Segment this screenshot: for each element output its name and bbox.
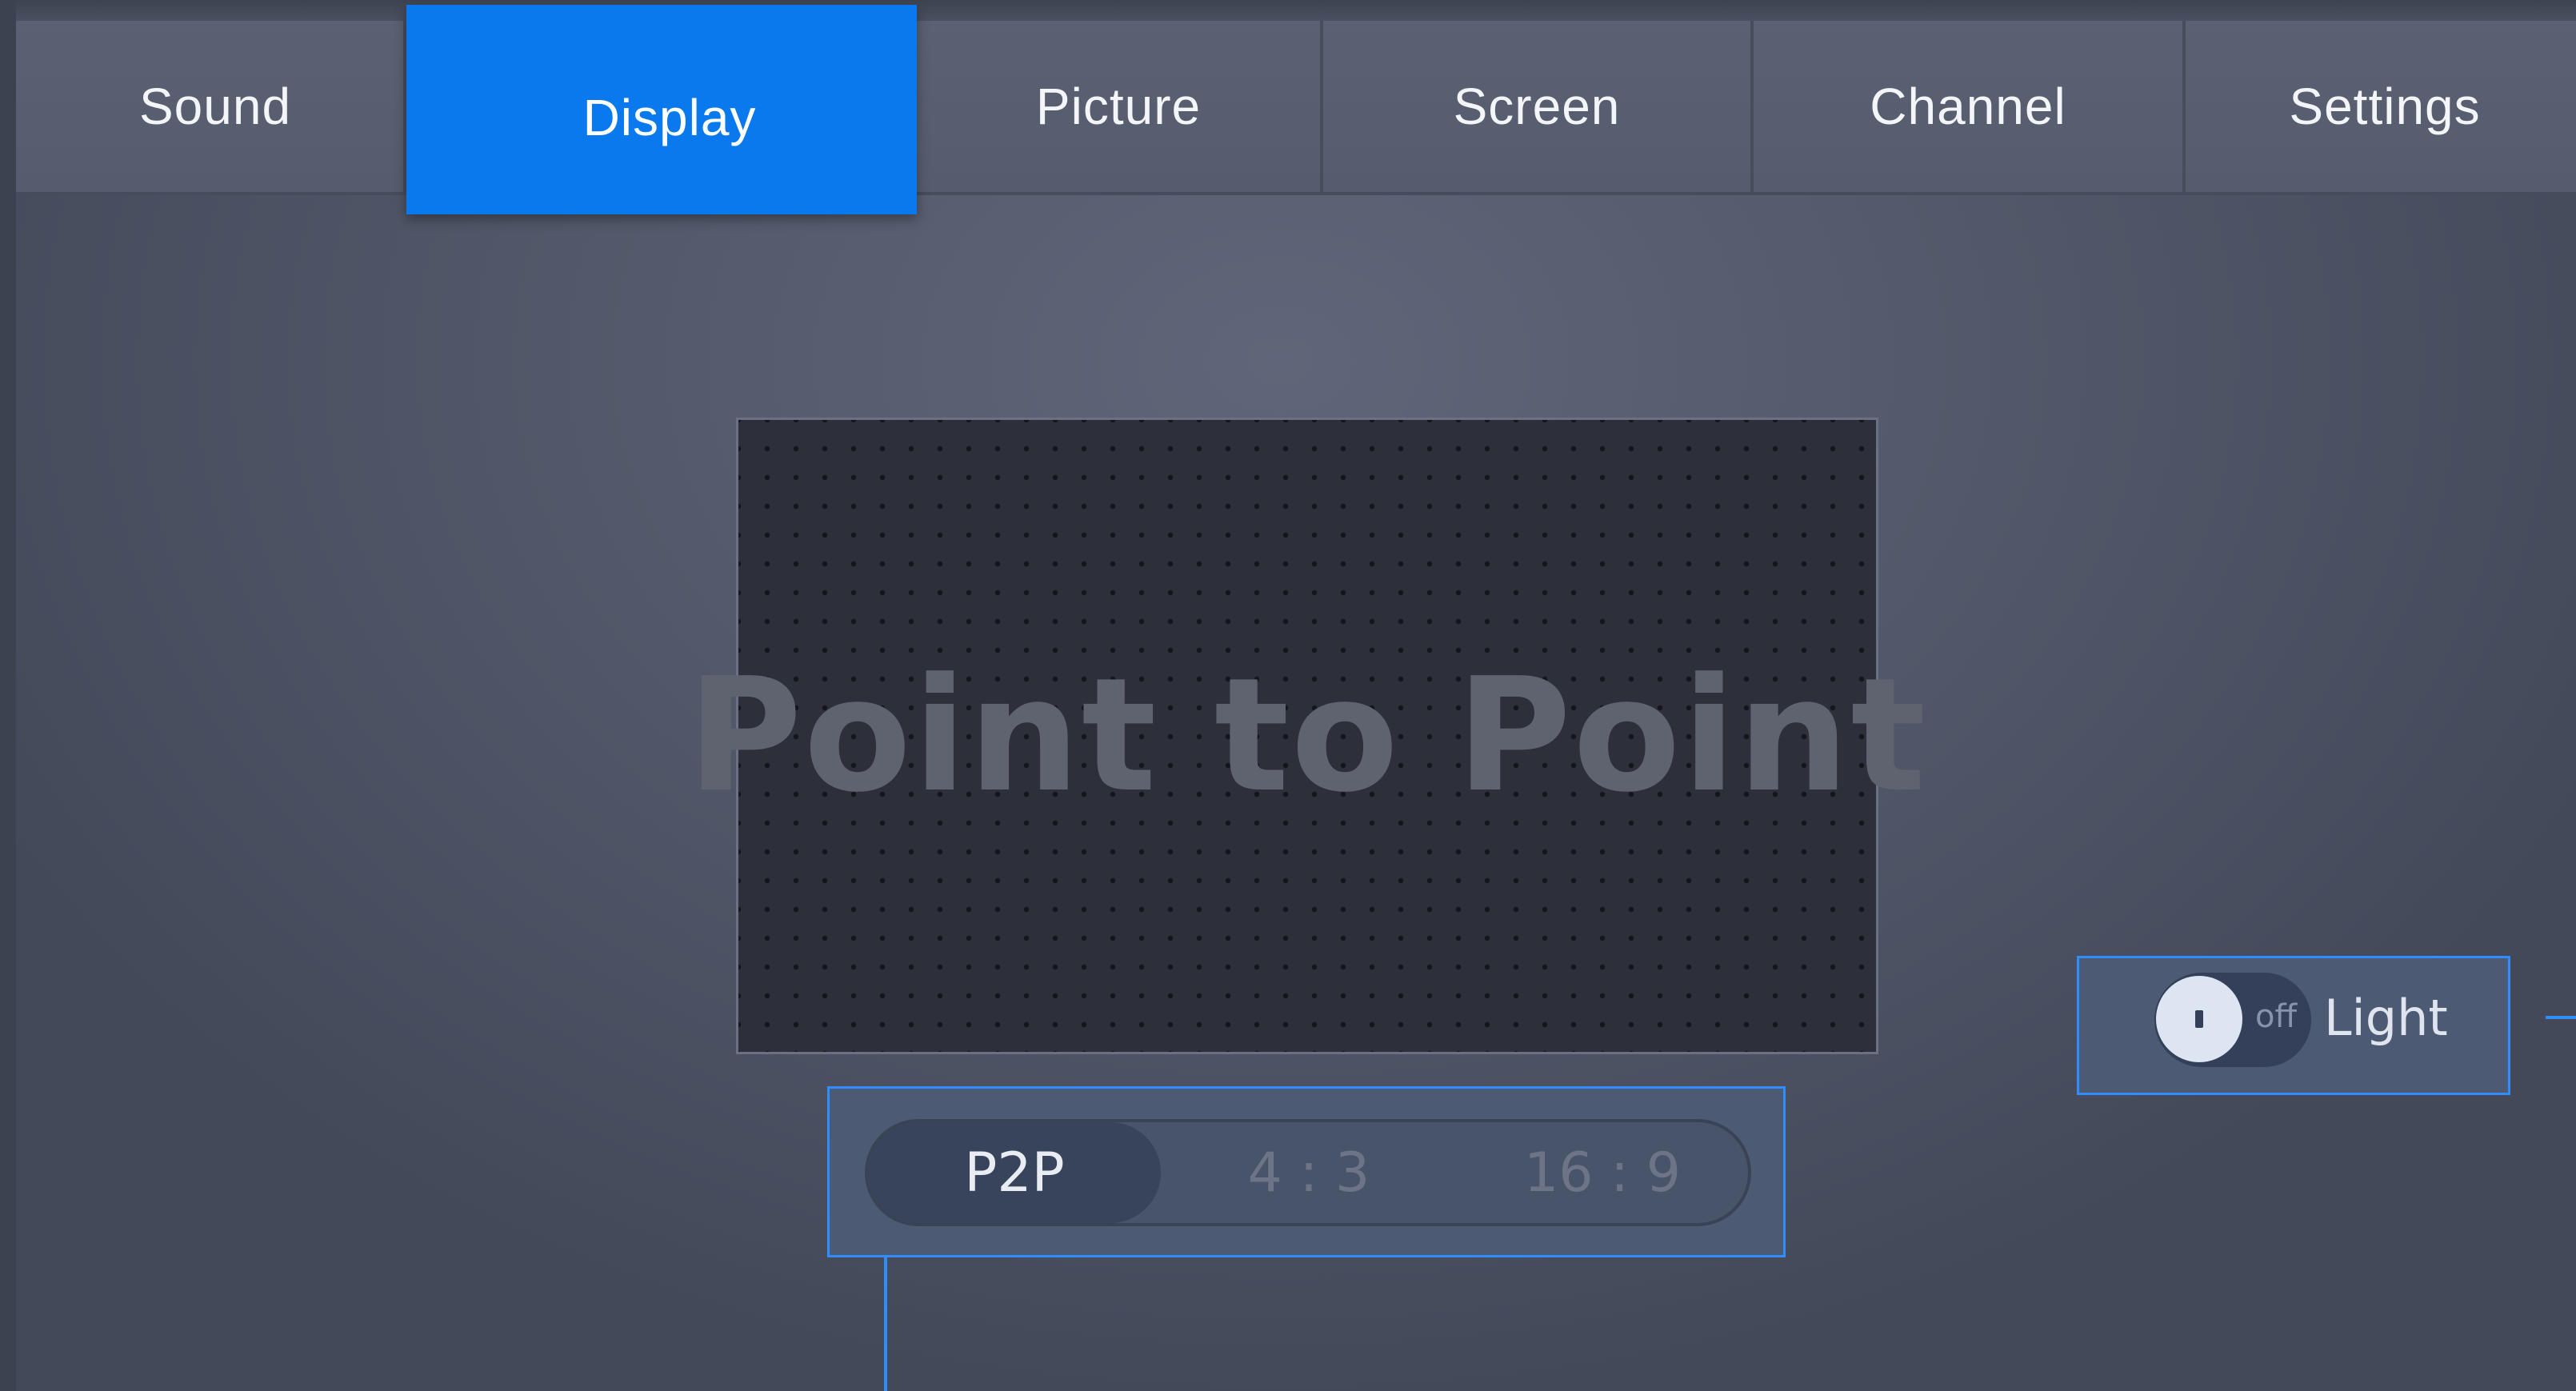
tab-settings[interactable]: Settings <box>2186 21 2576 192</box>
tab-screen-label: Screen <box>1453 78 1621 135</box>
window-left-edge <box>0 0 16 1391</box>
connector-line-horizontal <box>2546 1016 2576 1019</box>
aspect-option-16-9[interactable]: 16 : 9 <box>1457 1122 1748 1223</box>
toggle-knob <box>2156 976 2242 1062</box>
tab-display[interactable]: Display <box>406 5 917 214</box>
tab-settings-label: Settings <box>2289 78 2481 135</box>
aspect-ratio-selector: P2P 4 : 3 16 : 9 <box>827 1086 1786 1257</box>
tab-channel[interactable]: Channel <box>1754 21 2186 192</box>
tab-picture-label: Picture <box>1035 78 1202 135</box>
tab-screen[interactable]: Screen <box>1323 21 1754 192</box>
tab-picture[interactable]: Picture <box>917 21 1323 192</box>
aspect-option-p2p[interactable]: P2P <box>868 1122 1161 1223</box>
aspect-option-4-3[interactable]: 4 : 3 <box>1161 1122 1457 1223</box>
light-control: off Light <box>2077 956 2510 1095</box>
tab-sound-label: Sound <box>138 78 292 135</box>
aspect-option-16-9-label: 16 : 9 <box>1524 1141 1681 1205</box>
connector-line-vertical <box>884 1257 887 1391</box>
light-toggle[interactable]: off <box>2154 973 2311 1067</box>
tab-display-label: Display <box>582 89 757 146</box>
tab-bar: Sound Display Picture Screen Channel Set… <box>16 5 2576 214</box>
tab-channel-label: Channel <box>1870 78 2066 135</box>
window-top-edge <box>0 0 2576 21</box>
aspect-option-p2p-label: P2P <box>964 1141 1065 1205</box>
power-mark-icon <box>2195 1010 2203 1028</box>
toggle-state-label: off <box>2255 998 2298 1035</box>
aspect-option-4-3-label: 4 : 3 <box>1247 1141 1370 1205</box>
display-preview: Point to Point <box>687 418 1926 1054</box>
aspect-ratio-segmented-control: P2P 4 : 3 16 : 9 <box>865 1119 1751 1226</box>
preview-mode-text: Point to Point <box>686 645 1928 827</box>
light-label: Light <box>2324 989 2448 1047</box>
tab-sound[interactable]: Sound <box>16 21 406 192</box>
